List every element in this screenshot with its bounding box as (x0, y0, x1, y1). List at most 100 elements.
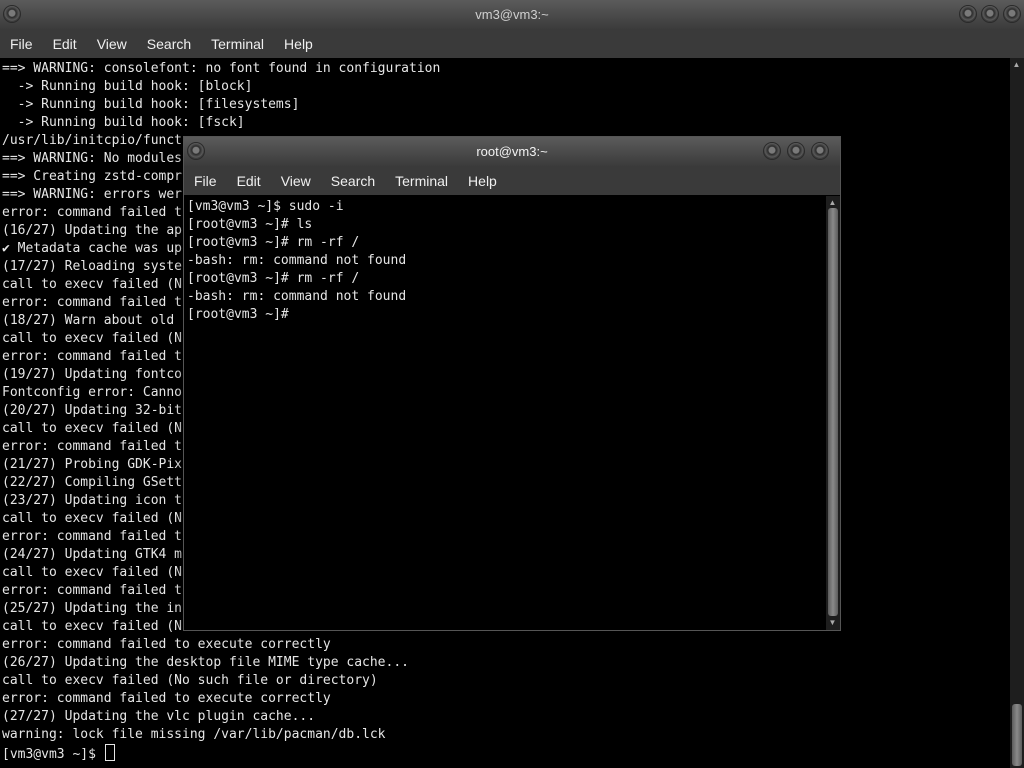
terminal-line-text: error: command failed to execute correct… (2, 637, 331, 652)
close-icon[interactable] (812, 143, 828, 159)
terminal-line-text: [root@vm3 ~]# ls (187, 217, 313, 232)
scroll-up-icon[interactable]: ▲ (1011, 60, 1022, 70)
menu-edit[interactable]: Edit (53, 36, 77, 52)
menu-search[interactable]: Search (331, 173, 375, 189)
terminal-line-text: (27/27) Updating the vlc plugin cache... (2, 709, 316, 724)
terminal-line: -> Running build hook: [block] (2, 78, 1007, 96)
terminal-line-text: /usr/lib/initcpio/funct (2, 133, 183, 148)
terminal-line-text: call to execv failed (N (2, 565, 183, 580)
terminal-line-text: error: command failed t (2, 583, 183, 598)
terminal-line-text: error: command failed t (2, 205, 183, 220)
scrollbar[interactable]: ▲ (1010, 58, 1024, 768)
maximize-icon[interactable] (982, 6, 998, 22)
menu-file[interactable]: File (10, 36, 33, 52)
terminal-line: error: command failed to execute correct… (2, 690, 1007, 708)
terminal-line-text: -bash: rm: command not found (187, 289, 407, 304)
terminal-line-text: (16/27) Updating the ap (2, 223, 183, 238)
terminal-line-text: ==> WARNING: consolefont: no font found … (2, 61, 441, 76)
terminal-line: [vm3@vm3 ~]$ sudo -i (187, 198, 822, 216)
menu-search[interactable]: Search (147, 36, 191, 52)
maximize-icon[interactable] (788, 143, 804, 159)
close-icon[interactable] (1004, 6, 1020, 22)
terminal-window-root[interactable]: root@vm3:~ File Edit View Search Termina… (183, 136, 841, 631)
terminal-line: [root@vm3 ~]# rm -rf / (187, 270, 822, 288)
terminal-line: error: command failed to execute correct… (2, 636, 1007, 654)
terminal-line-text: error: command failed to execute correct… (2, 691, 331, 706)
terminal-line-text: [root@vm3 ~]# rm -rf / (187, 235, 360, 250)
menu-terminal[interactable]: Terminal (395, 173, 448, 189)
terminal-line: call to execv failed (No such file or di… (2, 672, 1007, 690)
terminal-line: ==> WARNING: consolefont: no font found … (2, 60, 1007, 78)
terminal-line: -bash: rm: command not found (187, 252, 822, 270)
terminal-line-text: (20/27) Updating 32-bit (2, 403, 183, 418)
menu-view[interactable]: View (97, 36, 127, 52)
terminal-line: (27/27) Updating the vlc plugin cache... (2, 708, 1007, 726)
menubar: File Edit View Search Terminal Help (0, 30, 1024, 58)
scroll-up-icon[interactable]: ▲ (827, 198, 838, 208)
terminal-line-text: [root@vm3 ~]# rm -rf / (187, 271, 360, 286)
terminal-line-text: call to execv failed (N (2, 421, 183, 436)
terminal-line-text: ✔ Metadata cache was up (2, 241, 183, 256)
minimize-icon[interactable] (764, 143, 780, 159)
terminal-line-text: (26/27) Updating the desktop file MIME t… (2, 655, 409, 670)
terminal-line-text: Fontconfig error: Canno (2, 385, 183, 400)
terminal-line-text: call to execv failed (N (2, 331, 183, 346)
terminal-output[interactable]: [vm3@vm3 ~]$ sudo -i [root@vm3 ~]# ls [roo… (187, 198, 822, 630)
terminal-line-text: -> Running build hook: [block] (2, 79, 253, 94)
terminal-line-text: (22/27) Compiling GSett (2, 475, 183, 490)
terminal-line-text: call to execv failed (N (2, 511, 183, 526)
terminal-line-text: warning: lock file missing /var/lib/pacm… (2, 727, 386, 742)
menu-terminal[interactable]: Terminal (211, 36, 264, 52)
terminal-line-text: -bash: rm: command not found (187, 253, 407, 268)
terminal-line-text: call to execv failed (N (2, 277, 183, 292)
window-title: vm3@vm3:~ (475, 7, 549, 22)
scrollbar-thumb[interactable] (828, 208, 838, 616)
terminal-line: [root@vm3 ~]# rm -rf / (187, 234, 822, 252)
menubar: File Edit View Search Terminal Help (184, 167, 840, 195)
terminal-line-text: -> Running build hook: [filesystems] (2, 97, 300, 112)
menu-help[interactable]: Help (284, 36, 313, 52)
terminal-line-text: (23/27) Updating icon t (2, 493, 183, 508)
terminal-line: [vm3@vm3 ~]$ (2, 744, 1007, 762)
terminal-line-text: ==> WARNING: No modules (2, 151, 183, 166)
terminal-line-text: (17/27) Reloading syste (2, 259, 183, 274)
terminal-line-text: error: command failed t (2, 295, 183, 310)
terminal-line: [root@vm3 ~]# (187, 306, 822, 324)
terminal-line-text: [vm3@vm3 ~]$ (2, 747, 104, 762)
terminal-line-text: [vm3@vm3 ~]$ sudo -i (187, 199, 344, 214)
terminal-line: -> Running build hook: [filesystems] (2, 96, 1007, 114)
menu-help[interactable]: Help (468, 173, 497, 189)
terminal-line-text: call to execv failed (No such file or di… (2, 673, 378, 688)
terminal-line: warning: lock file missing /var/lib/pacm… (2, 726, 1007, 744)
terminal-line-text: (25/27) Updating the in (2, 601, 183, 616)
terminal-line-text: (19/27) Updating fontco (2, 367, 183, 382)
terminal-line-text: call to execv failed (N (2, 619, 183, 634)
menu-file[interactable]: File (194, 173, 217, 189)
terminal-line-text: error: command failed t (2, 529, 183, 544)
menu-view[interactable]: View (281, 173, 311, 189)
window-title: root@vm3:~ (476, 144, 548, 159)
titlebar-root[interactable]: root@vm3:~ (184, 137, 840, 167)
terminal-line: [root@vm3 ~]# ls (187, 216, 822, 234)
terminal-line: -bash: rm: command not found (187, 288, 822, 306)
titlebar-vm3[interactable]: vm3@vm3:~ (0, 0, 1024, 30)
window-menu-icon[interactable] (188, 143, 204, 159)
terminal-line-text: ==> Creating zstd-compr (2, 169, 183, 184)
terminal-line-text: error: command failed t (2, 439, 183, 454)
terminal-line: -> Running build hook: [fsck] (2, 114, 1007, 132)
menu-edit[interactable]: Edit (237, 173, 261, 189)
scroll-down-icon[interactable]: ▼ (827, 618, 838, 628)
text-cursor (104, 744, 115, 761)
scrollbar-thumb[interactable] (1012, 704, 1022, 766)
terminal-line-text: (24/27) Updating GTK4 m (2, 547, 183, 562)
minimize-icon[interactable] (960, 6, 976, 22)
terminal-line-text: (21/27) Probing GDK-Pix (2, 457, 183, 472)
terminal-line-text: [root@vm3 ~]# (187, 307, 289, 322)
terminal-line-text: -> Running build hook: [fsck] (2, 115, 245, 130)
scrollbar[interactable]: ▲ ▼ (826, 196, 840, 630)
terminal-line: (26/27) Updating the desktop file MIME t… (2, 654, 1007, 672)
window-menu-icon[interactable] (4, 6, 20, 22)
terminal-line-text: (18/27) Warn about old (2, 313, 175, 328)
terminal-line-text: ==> WARNING: errors wer (2, 187, 183, 202)
terminal-line-text: error: command failed t (2, 349, 183, 364)
